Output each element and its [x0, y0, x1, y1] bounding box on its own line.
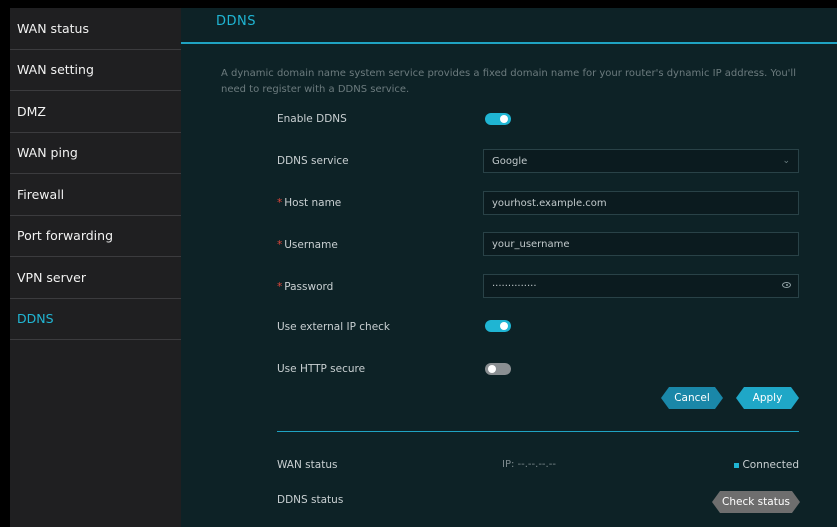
- sidebar-item-vpn-server[interactable]: VPN server: [10, 257, 181, 299]
- check-status-button[interactable]: Check status: [712, 491, 800, 513]
- page-description: A dynamic domain name system service pro…: [221, 68, 796, 95]
- connection-status: Connected: [734, 459, 799, 471]
- sidebar-item-port-forwarding[interactable]: Port forwarding: [10, 216, 181, 257]
- host-name-label-text: Host name: [284, 197, 342, 209]
- username-label: * Username: [277, 239, 338, 251]
- password-label: * Password: [277, 281, 333, 293]
- toggle-knob: [488, 365, 496, 373]
- http-secure-toggle[interactable]: [485, 363, 511, 375]
- password-value: ··············: [492, 280, 537, 292]
- section-divider: [277, 431, 799, 432]
- toggle-knob: [500, 322, 508, 330]
- main-panel: DDNS A dynamic domain name system servic…: [181, 8, 837, 527]
- wan-status-label: WAN status: [277, 459, 338, 471]
- required-marker: *: [277, 197, 283, 209]
- ddns-service-value: Google: [492, 155, 528, 167]
- ddns-service-label: DDNS service: [277, 155, 349, 167]
- page-title: DDNS: [216, 14, 256, 29]
- http-secure-label: Use HTTP secure: [277, 363, 366, 375]
- enable-ddns-toggle[interactable]: [485, 113, 511, 125]
- username-input[interactable]: your_username: [483, 232, 799, 256]
- apply-button[interactable]: Apply: [736, 387, 799, 409]
- enable-ddns-label: Enable DDNS: [277, 113, 347, 125]
- required-marker: *: [277, 281, 283, 293]
- username-value: your_username: [492, 238, 570, 250]
- sidebar-item-firewall[interactable]: Firewall: [10, 174, 181, 216]
- external-ip-toggle[interactable]: [485, 320, 511, 332]
- connection-status-text: Connected: [742, 459, 799, 471]
- toggle-knob: [500, 115, 508, 123]
- host-name-input[interactable]: yourhost.example.com: [483, 191, 799, 215]
- sidebar-item-wan-ping[interactable]: WAN ping: [10, 133, 181, 174]
- sidebar-item-wan-status[interactable]: WAN status: [10, 8, 181, 50]
- ddns-status-label: DDNS status: [277, 494, 344, 506]
- cancel-button[interactable]: Cancel: [661, 387, 723, 409]
- host-name-label: * Host name: [277, 197, 341, 209]
- sidebar-item-wan-setting[interactable]: WAN setting: [10, 50, 181, 91]
- sidebar-item-ddns[interactable]: DDNS: [10, 299, 181, 340]
- sidebar-item-dmz[interactable]: DMZ: [10, 91, 181, 133]
- sidebar: WAN status WAN setting DMZ WAN ping Fire…: [10, 8, 181, 527]
- host-name-value: yourhost.example.com: [492, 197, 607, 209]
- title-divider: [181, 42, 837, 44]
- status-dot-icon: [734, 462, 740, 468]
- eye-icon[interactable]: [782, 282, 791, 288]
- required-marker: *: [277, 239, 283, 251]
- ddns-service-select[interactable]: Google ⌄: [483, 149, 799, 173]
- wan-ip-value: IP: --.--.--.--: [502, 459, 556, 470]
- external-ip-label: Use external IP check: [277, 321, 391, 333]
- chevron-down-icon: ⌄: [782, 156, 790, 166]
- username-label-text: Username: [284, 239, 338, 251]
- password-label-text: Password: [284, 281, 334, 293]
- password-input[interactable]: ··············: [483, 274, 799, 298]
